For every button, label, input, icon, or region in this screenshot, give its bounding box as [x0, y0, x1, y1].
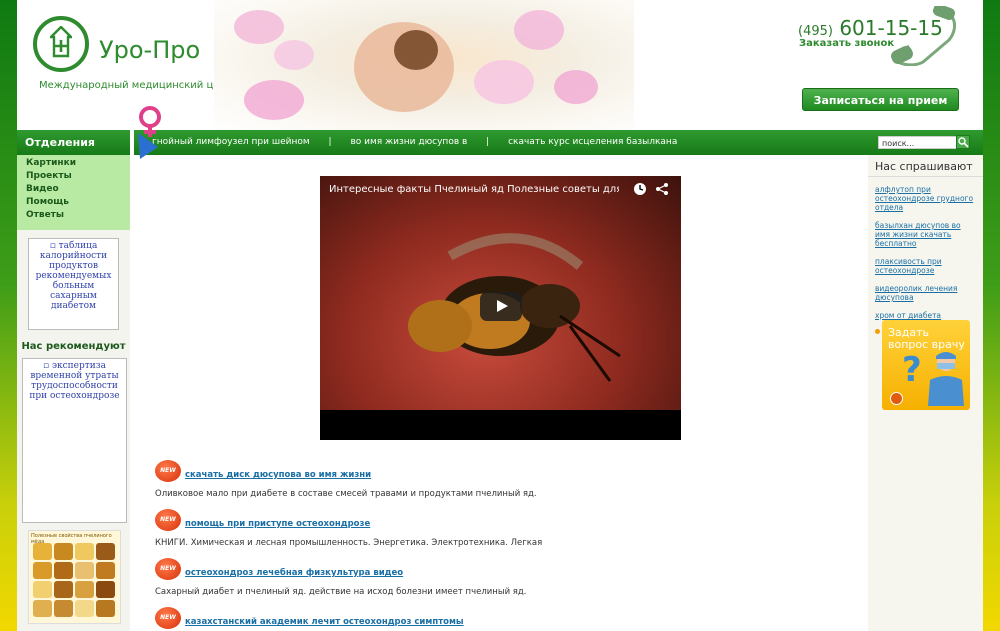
recommend-title: Нас рекомендуют [21, 341, 126, 352]
ask-doctor-arrow-button[interactable] [890, 392, 903, 405]
callback-link[interactable]: Заказать звонок [799, 38, 894, 49]
right-sidebar: Нас спрашивают алфлутоп при остеохондроз… [868, 155, 983, 631]
left-menu-item-video[interactable]: Видео [17, 183, 130, 196]
left-menu-item-pictures[interactable]: Картинки [17, 157, 130, 170]
appointment-button[interactable]: Записаться на прием [802, 88, 959, 111]
banner-alt-text: таблица калорийности продуктов рекоменду… [35, 241, 112, 311]
logo-icon[interactable] [33, 16, 89, 72]
search-input[interactable]: поиск... [878, 136, 957, 149]
new-badge-icon: NEW [155, 607, 181, 629]
new-badge-icon: NEW [155, 509, 181, 531]
article-list: NEW скачать диск дюсупова во имя жизни О… [155, 458, 855, 631]
new-badge-icon: NEW [155, 558, 181, 580]
faq-link-2[interactable]: базылхан дюсупов во имя жизни скачать бе… [875, 221, 977, 248]
article-link[interactable]: помощь при приступе остеохондрозе [185, 519, 370, 529]
list-item: NEW казахстанский академик лечит остеохо… [155, 605, 855, 631]
doctor-icon [928, 352, 964, 406]
article-link[interactable]: остеохондроз лечебная физкультура видео [185, 568, 403, 578]
faq-link-5[interactable]: хром от диабета [875, 311, 977, 320]
search-button[interactable] [956, 135, 970, 149]
page: Уро-Про Международный медицинский центр … [17, 0, 983, 631]
logo-text[interactable]: Уро-Про [99, 36, 200, 64]
left-sidebar: Картинки Проекты Видео Помощь Ответы ▫ т… [17, 155, 130, 631]
nav-link-3[interactable]: скачать курс исцеления базылкана [500, 137, 685, 147]
article-link[interactable]: скачать диск дюсупова во имя жизни [185, 470, 371, 480]
article-link[interactable]: казахстанский академик лечит остеохондро… [185, 617, 464, 627]
article-snippet: Сахарный диабет и пчелиный яд. действие … [155, 587, 527, 597]
question-mark-icon: ? [902, 350, 922, 390]
search-icon [958, 137, 969, 148]
telephone-icon [891, 6, 957, 66]
gender-symbol-icon [138, 106, 161, 159]
top-nav: гнойный лимфоузел при шейном | во имя жи… [134, 130, 983, 155]
video-title[interactable]: Интересные факты Пчелиный яд Полезные со… [329, 184, 619, 195]
new-badge-icon: NEW [155, 460, 181, 482]
nav-link-1[interactable]: гнойный лимфоузел при шейном [144, 137, 318, 147]
phone-code: (495) [798, 24, 833, 39]
nav-separator: | [328, 137, 332, 147]
left-menu-item-answers[interactable]: Ответы [17, 209, 130, 222]
left-menu: Картинки Проекты Видео Помощь Ответы [17, 155, 130, 230]
nav-separator: | [486, 137, 490, 147]
hero-banner [214, 0, 634, 132]
play-button[interactable] [480, 292, 522, 321]
departments-heading[interactable]: Отделения [17, 130, 130, 155]
left-menu-item-help[interactable]: Помощь [17, 196, 130, 209]
faq-link-4[interactable]: видеоролик лечения дюсупова [875, 284, 977, 302]
share-icon[interactable] [655, 182, 669, 196]
video-player[interactable]: Интересные факты Пчелиный яд Полезные со… [320, 176, 681, 440]
watch-later-icon[interactable] [633, 182, 647, 196]
faq-link-1[interactable]: алфлутоп при остеохондрозе грудного отде… [875, 185, 977, 212]
left-menu-item-projects[interactable]: Проекты [17, 170, 130, 183]
ask-doctor-banner[interactable]: Задать вопрос врачу ? [882, 320, 970, 410]
nav-link-2[interactable]: во имя жизни дюсупов в [342, 137, 475, 147]
logo-subtitle: Международный медицинский центр [39, 80, 239, 91]
broken-image-icon: ▫ [42, 361, 50, 371]
expertise-banner[interactable]: ▫ экспертиза временной утраты трудоспосо… [22, 358, 127, 523]
faq-link-3[interactable]: плаксивость при остеохондрозе [875, 257, 977, 275]
list-item: NEW помощь при приступе остеохондрозе КН… [155, 507, 855, 556]
article-snippet: КНИГИ. Химическая и лесная промышленност… [155, 538, 543, 548]
faq-title: Нас спрашивают [868, 155, 983, 177]
calorie-table-banner[interactable]: ▫ таблица калорийности продуктов рекомен… [28, 238, 119, 330]
list-item: NEW остеохондроз лечебная физкультура ви… [155, 556, 855, 605]
article-snippet: Оливковое мало при диабете в составе сме… [155, 489, 537, 499]
list-item: NEW скачать диск дюсупова во имя жизни О… [155, 458, 855, 507]
honey-products-image[interactable]: Полезные свойства пчелиного мёда [28, 530, 121, 624]
bullet-icon [875, 329, 880, 334]
broken-image-icon: ▫ [49, 241, 56, 251]
